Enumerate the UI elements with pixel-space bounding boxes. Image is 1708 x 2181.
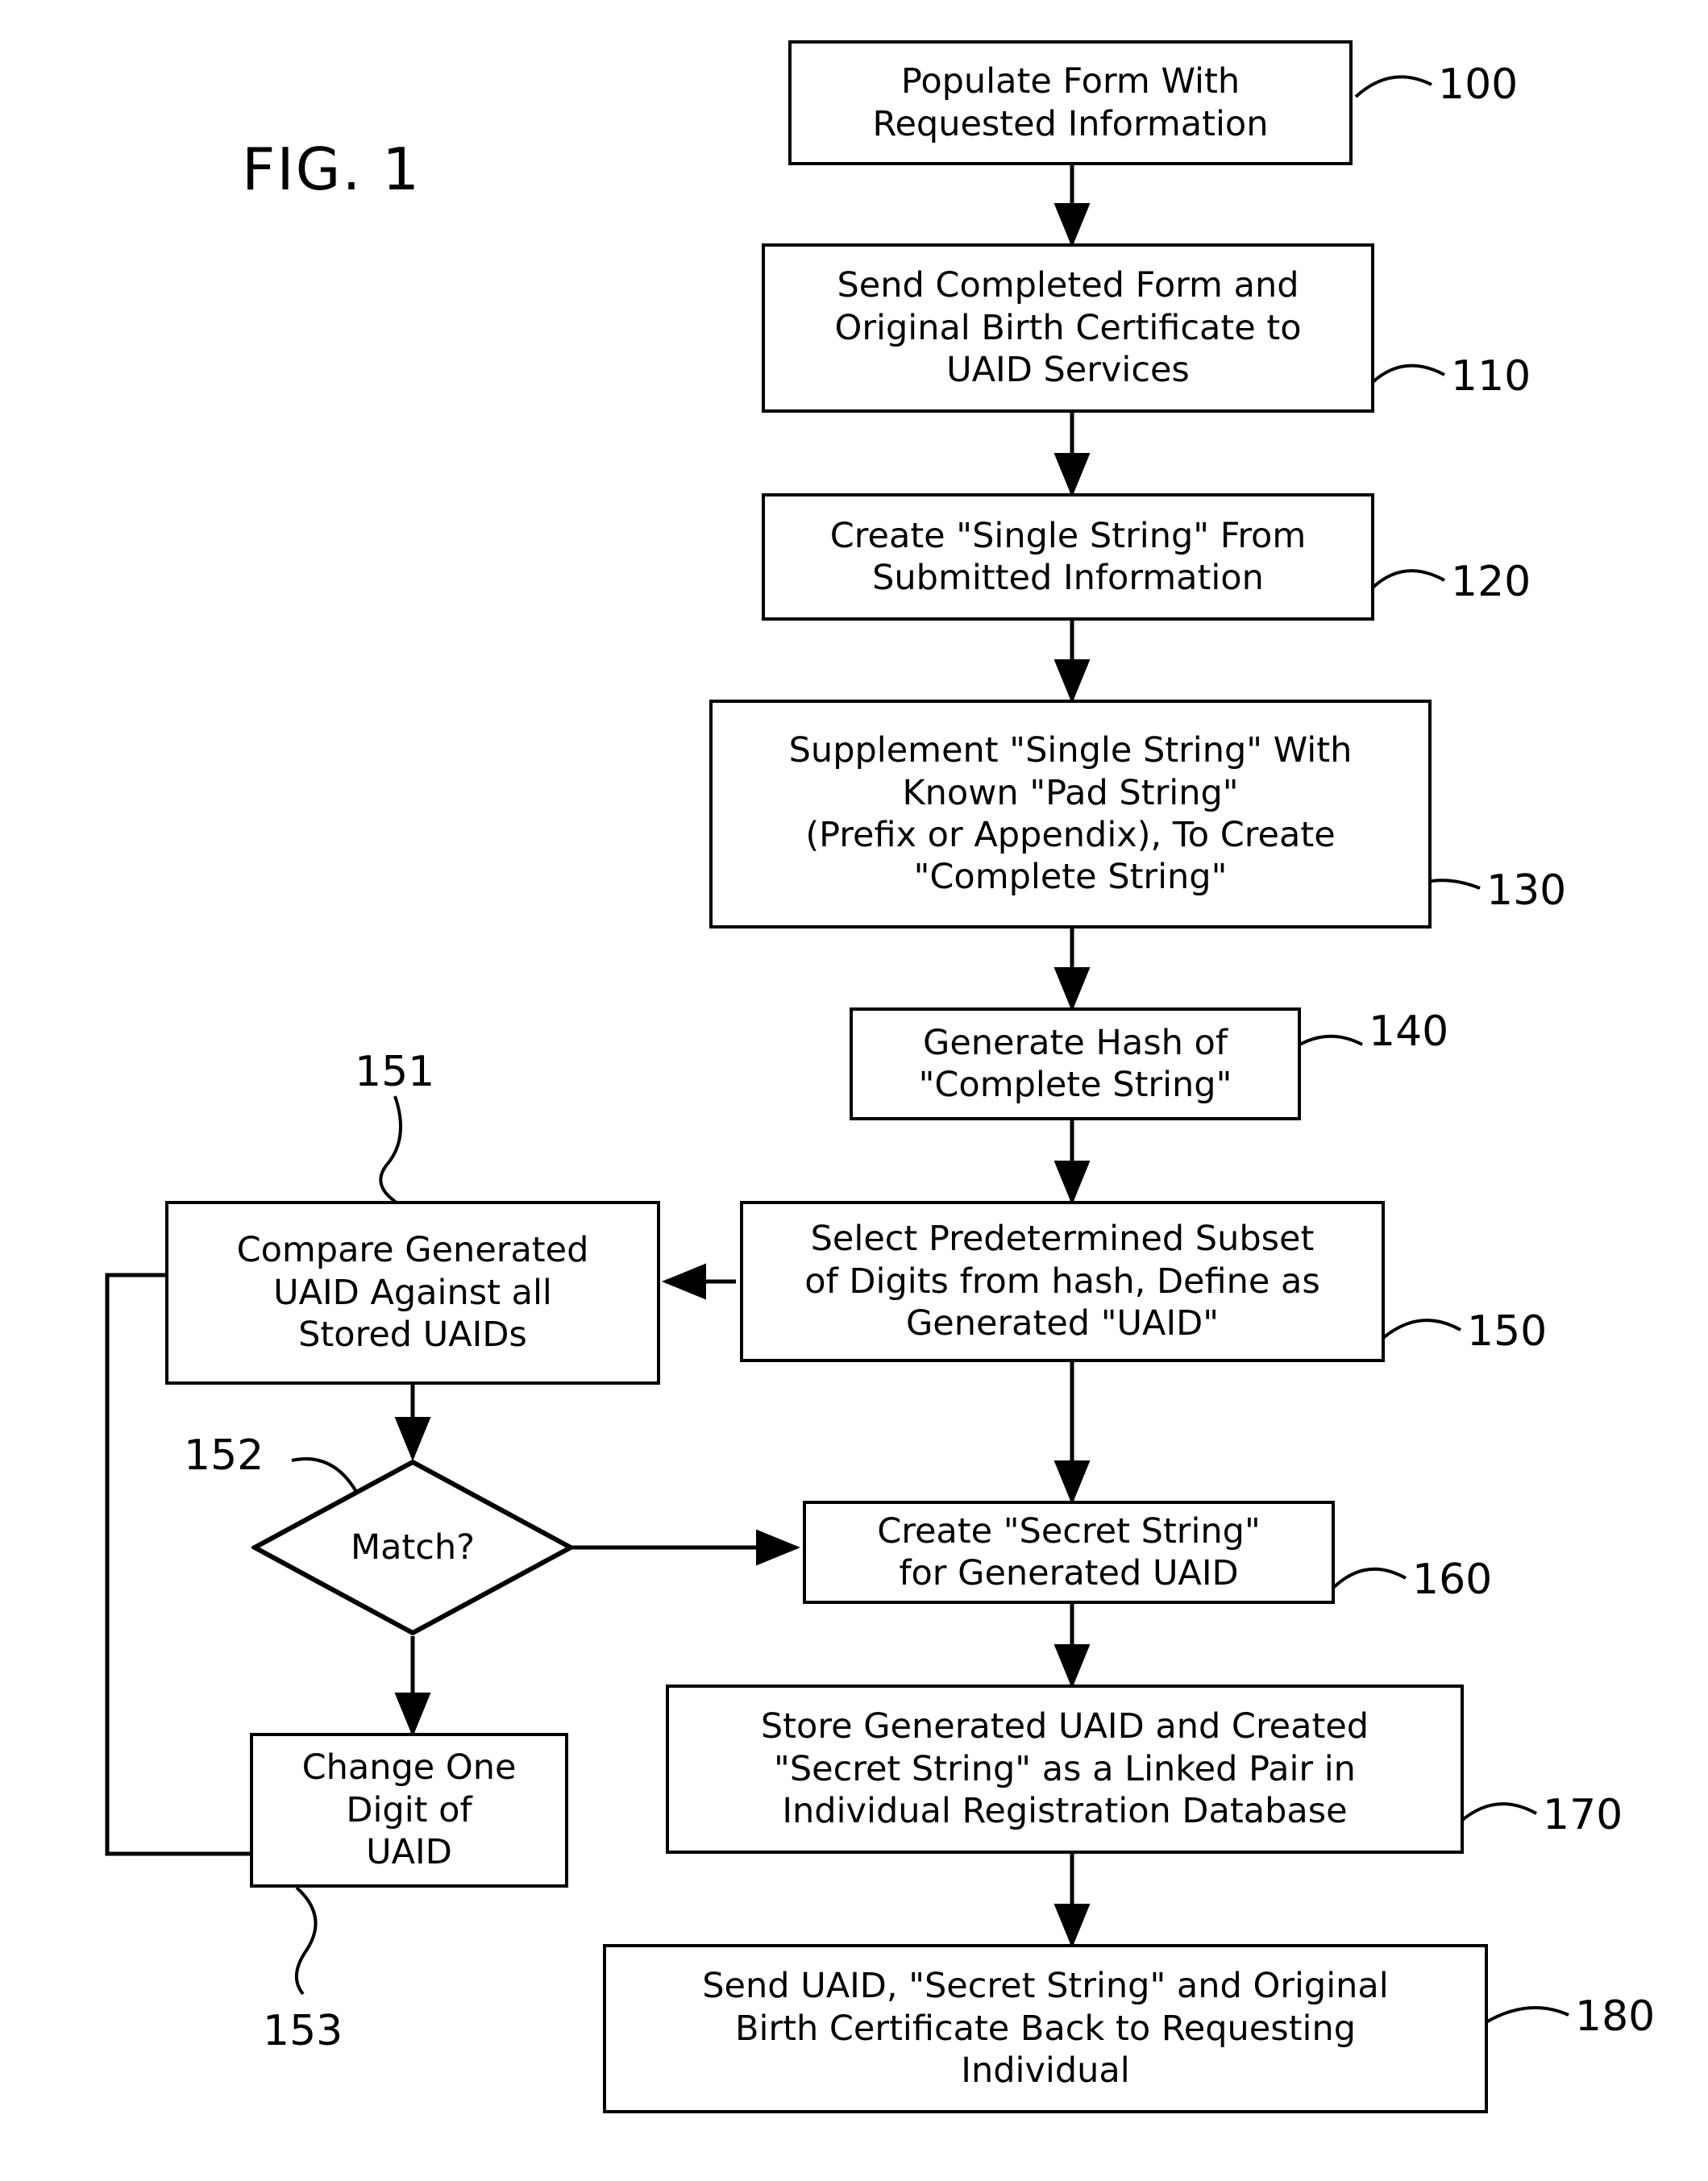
leader-180 xyxy=(1483,2006,1569,2025)
ref-130: 130 xyxy=(1486,866,1567,915)
ref-151: 151 xyxy=(355,1048,435,1096)
leader-100 xyxy=(1354,75,1432,98)
node-create-secret-string: Create "Secret String" for Generated UAI… xyxy=(803,1501,1335,1604)
leader-150 xyxy=(1382,1319,1461,1340)
leader-120 xyxy=(1370,569,1445,590)
node-send-form: Send Completed Form and Original Birth C… xyxy=(762,243,1374,413)
ref-160: 160 xyxy=(1412,1556,1493,1604)
node-send-form-text: Send Completed Form and Original Birth C… xyxy=(834,265,1302,391)
node-match-decision: Match? xyxy=(249,1459,576,1636)
node-populate-form: Populate Form With Requested Information xyxy=(788,40,1353,165)
node-change-digit-text: Change One Digit of UAID xyxy=(301,1747,517,1873)
node-send-back-text: Send UAID, "Secret String" and Original … xyxy=(702,1966,1389,2092)
ref-110: 110 xyxy=(1451,352,1531,401)
ref-170: 170 xyxy=(1543,1791,1623,1839)
node-create-single-string: Create "Single String" From Submitted In… xyxy=(762,493,1374,621)
ref-100: 100 xyxy=(1438,60,1519,109)
node-generate-hash: Generate Hash of "Complete String" xyxy=(850,1007,1301,1120)
node-populate-form-text: Populate Form With Requested Information xyxy=(872,61,1269,144)
node-supplement-pad-string-text: Supplement "Single String" With Known "P… xyxy=(788,730,1353,898)
node-match-decision-text: Match? xyxy=(350,1527,476,1568)
node-supplement-pad-string: Supplement "Single String" With Known "P… xyxy=(709,700,1432,928)
ref-140: 140 xyxy=(1369,1007,1449,1056)
leader-110 xyxy=(1370,364,1445,384)
leader-153 xyxy=(295,1886,318,1996)
leader-151 xyxy=(379,1095,403,1204)
node-change-digit: Change One Digit of UAID xyxy=(250,1733,568,1888)
ref-180: 180 xyxy=(1575,1992,1656,2041)
node-create-secret-string-text: Create "Secret String" for Generated UAI… xyxy=(877,1510,1261,1593)
node-generate-hash-text: Generate Hash of "Complete String" xyxy=(918,1022,1232,1105)
ref-120: 120 xyxy=(1451,558,1531,606)
node-select-subset: Select Predetermined Subset of Digits fr… xyxy=(740,1201,1385,1362)
ref-153: 153 xyxy=(263,2007,343,2055)
node-select-subset-text: Select Predetermined Subset of Digits fr… xyxy=(804,1219,1320,1344)
node-store-pair: Store Generated UAID and Created "Secret… xyxy=(666,1685,1464,1854)
ref-150: 150 xyxy=(1467,1307,1548,1356)
figure-page: FIG. 1 Populate Form With Requested Info… xyxy=(0,0,1708,2181)
node-send-back: Send UAID, "Secret String" and Original … xyxy=(603,1944,1488,2113)
node-store-pair-text: Store Generated UAID and Created "Secret… xyxy=(760,1706,1369,1832)
node-create-single-string-text: Create "Single String" From Submitted In… xyxy=(829,515,1307,598)
leader-160 xyxy=(1330,1567,1407,1591)
node-compare-uaid-text: Compare Generated UAID Against all Store… xyxy=(236,1230,589,1356)
node-compare-uaid: Compare Generated UAID Against all Store… xyxy=(165,1201,660,1385)
leader-170 xyxy=(1459,1802,1537,1823)
ref-152: 152 xyxy=(184,1431,264,1480)
figure-title: FIG. 1 xyxy=(242,135,422,203)
